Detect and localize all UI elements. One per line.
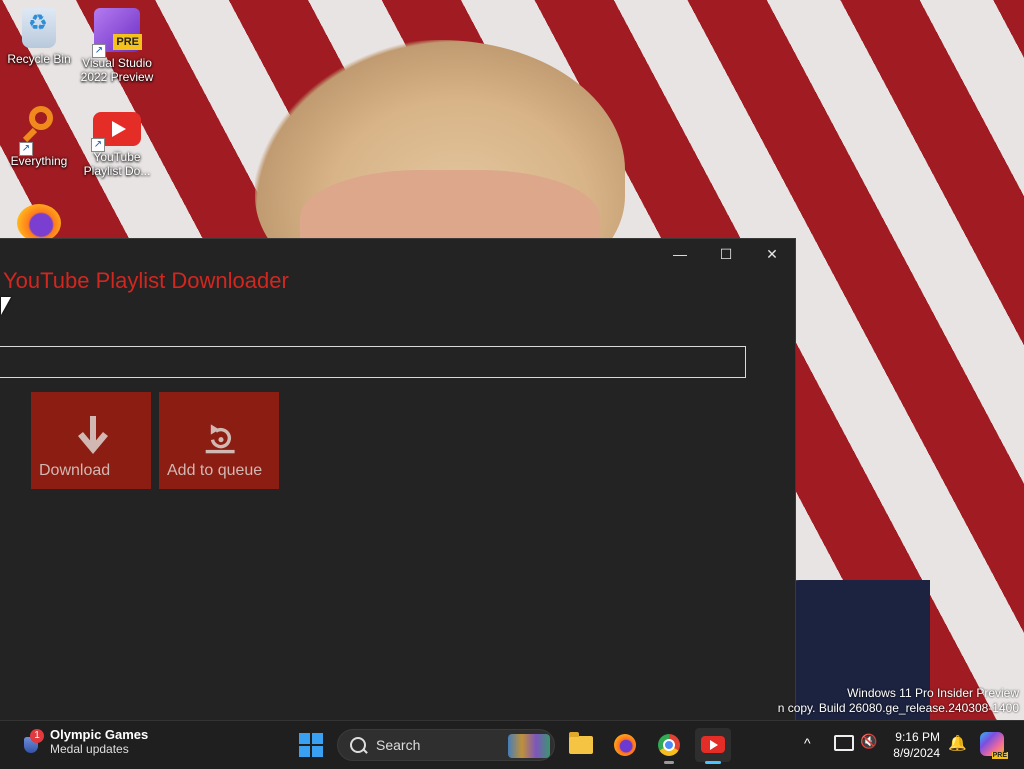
recycle-bin-icon <box>22 8 56 48</box>
everything-search-icon: ↗ <box>19 106 57 156</box>
notification-bell-icon[interactable]: 🔔 <box>948 734 967 752</box>
show-hidden-icons-chevron-icon[interactable]: ^ <box>804 735 811 751</box>
copilot-preview-badge: PRE <box>991 752 1008 759</box>
window-controls: — ☐ ✕ <box>657 239 795 269</box>
watermark-line-2: n copy. Build 26080.ge_release.240308-14… <box>777 701 1019 715</box>
app-title: YouTube Playlist Downloader <box>3 268 289 293</box>
playlist-url-input[interactable] <box>0 346 746 378</box>
clock[interactable]: 9:16 PM 8/9/2024 <box>888 729 940 761</box>
visual-studio-icon: PRE ↗ <box>92 8 142 58</box>
minimize-button[interactable]: — <box>657 239 703 269</box>
start-button[interactable] <box>299 733 323 757</box>
widgets-button[interactable]: 1 Olympic Games Medal updates <box>20 727 148 756</box>
firefox-icon <box>17 204 61 242</box>
search-icon <box>350 737 366 753</box>
youtube-icon: ↗ <box>91 112 141 152</box>
firefox-icon <box>614 734 636 756</box>
taskbar-youtube-playlist-downloader[interactable] <box>695 728 731 764</box>
desktop-icon-label: Recycle Bin <box>7 52 71 66</box>
watermark-line-1: Windows 11 Pro Insider Preview <box>847 686 1019 700</box>
desktop-icon-label: Everything <box>10 154 68 168</box>
widget-subtitle: Medal updates <box>50 742 129 756</box>
search-highlight-icon <box>508 734 550 758</box>
copilot-icon[interactable]: PRE <box>980 732 1008 759</box>
notification-badge: 1 <box>30 728 44 743</box>
desktop-icon-label: YouTube Playlist Do... <box>83 150 151 178</box>
mouse-cursor-icon <box>1 297 11 315</box>
maximize-button[interactable]: ☐ <box>703 239 749 269</box>
volume-muted-icon[interactable]: 🔇 <box>860 733 877 750</box>
active-indicator <box>705 761 721 764</box>
download-label: Download <box>39 462 111 479</box>
close-button[interactable]: ✕ <box>749 239 795 269</box>
running-indicator <box>664 761 674 764</box>
taskbar-search[interactable]: Search <box>337 729 555 761</box>
download-button[interactable]: Download <box>31 392 151 489</box>
shortcut-arrow-icon: ↗ <box>91 138 105 152</box>
clock-time: 9:16 PM <box>895 730 940 744</box>
desktop-icon-recycle-bin[interactable]: Recycle Bin <box>0 8 78 66</box>
file-explorer-icon <box>569 732 593 754</box>
preview-badge: PRE <box>113 34 142 50</box>
search-label: Search <box>376 737 421 753</box>
shortcut-arrow-icon: ↗ <box>92 44 106 58</box>
taskbar: 1 Olympic Games Medal updates Search ^ 🔇… <box>0 720 1024 769</box>
youtube-playlist-downloader-window: — ☐ ✕ YouTube Playlist Downloader Downlo… <box>0 238 796 721</box>
taskbar-chrome[interactable] <box>651 728 687 764</box>
desktop-icon-youtube-playlist-downloader[interactable]: ↗ YouTube Playlist Do... <box>78 106 156 178</box>
desktop-icon-visual-studio[interactable]: PRE ↗ Visual Studio 2022 Preview <box>78 8 156 84</box>
network-icon[interactable] <box>834 735 854 751</box>
windows-watermark: Windows 11 Pro Insider Preview n copy. B… <box>778 686 1019 716</box>
shortcut-arrow-icon: ↗ <box>19 142 33 156</box>
add-to-queue-label: Add to queue <box>167 462 263 479</box>
desktop-icon-label: Visual Studio 2022 Preview <box>80 56 154 84</box>
taskbar-file-explorer[interactable] <box>563 728 599 762</box>
download-arrow-icon <box>78 416 108 454</box>
add-to-queue-icon <box>205 424 235 454</box>
youtube-icon <box>701 736 725 753</box>
add-to-queue-button[interactable]: Add to queue <box>159 392 279 489</box>
clock-date: 8/9/2024 <box>893 746 940 760</box>
widget-title: Olympic Games <box>50 727 149 742</box>
desktop-icon-everything[interactable]: ↗ Everything <box>0 106 78 168</box>
olympic-torch-icon: 1 <box>20 728 44 753</box>
taskbar-firefox[interactable] <box>607 728 643 762</box>
chrome-icon <box>658 734 680 756</box>
